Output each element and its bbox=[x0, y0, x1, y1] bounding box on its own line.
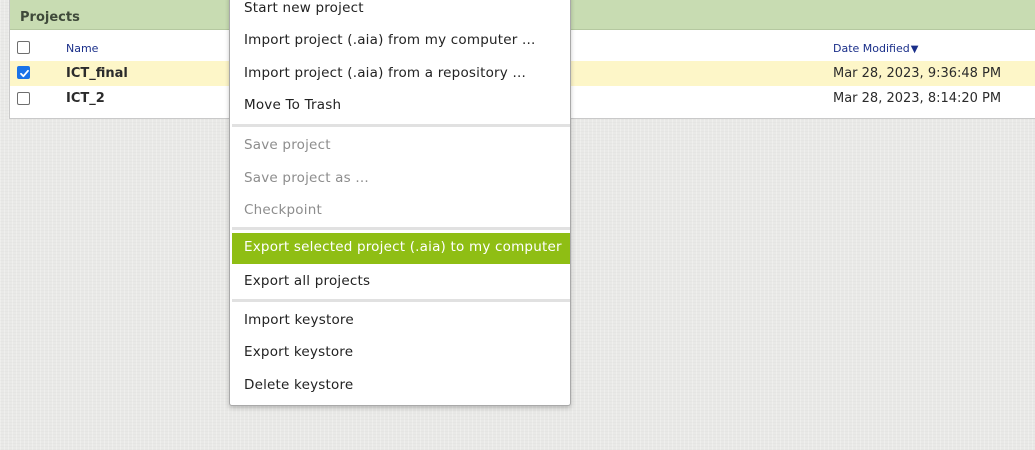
menu-divider bbox=[232, 124, 570, 127]
project-date-modified: Mar 28, 2023, 8:14:20 PM bbox=[833, 91, 1002, 106]
menu-item-checkpoint[interactable]: Checkpoint bbox=[232, 196, 570, 227]
menu-item-move-to-trash[interactable]: Move To Trash bbox=[232, 91, 570, 122]
menu-item-import-keystore[interactable]: Import keystore bbox=[232, 306, 570, 337]
project-date-modified: Mar 28, 2023, 9:36:48 PM bbox=[833, 66, 1002, 81]
date-modified-label: Date Modified bbox=[833, 42, 910, 55]
project-name[interactable]: ICT_2 bbox=[66, 91, 105, 106]
name-column-header[interactable]: Name bbox=[66, 42, 98, 55]
project-checkbox-ict-2[interactable] bbox=[17, 92, 30, 105]
menu-item-export-selected-project[interactable]: Export selected project (.aia) to my com… bbox=[232, 233, 570, 264]
menu-item-import-project-from-repository[interactable]: Import project (.aia) from a repository … bbox=[232, 59, 570, 90]
menu-item-export-all-projects[interactable]: Export all projects bbox=[232, 267, 570, 298]
checkmark-icon bbox=[20, 69, 29, 78]
menu-item-save-project-as[interactable]: Save project as ... bbox=[232, 164, 570, 195]
menu-item-import-project-from-computer[interactable]: Import project (.aia) from my computer .… bbox=[232, 26, 570, 57]
menu-item-export-keystore[interactable]: Export keystore bbox=[232, 338, 570, 369]
menu-item-delete-keystore[interactable]: Delete keystore bbox=[232, 371, 570, 402]
project-checkbox-ict-final[interactable] bbox=[17, 66, 30, 79]
menu-item-start-new-project[interactable]: Start new project bbox=[232, 0, 570, 25]
date-modified-column-header[interactable]: Date Modified▼ bbox=[833, 42, 918, 55]
projects-panel-title: Projects bbox=[20, 10, 80, 25]
menu-divider bbox=[232, 299, 570, 302]
menu-item-save-project[interactable]: Save project bbox=[232, 131, 570, 162]
sort-descending-icon: ▼ bbox=[910, 44, 919, 55]
project-name[interactable]: ICT_final bbox=[66, 66, 128, 81]
menu-divider bbox=[232, 227, 570, 230]
projects-dropdown-menu: Start new project Import project (.aia) … bbox=[229, 0, 571, 406]
select-all-checkbox[interactable] bbox=[17, 41, 30, 54]
